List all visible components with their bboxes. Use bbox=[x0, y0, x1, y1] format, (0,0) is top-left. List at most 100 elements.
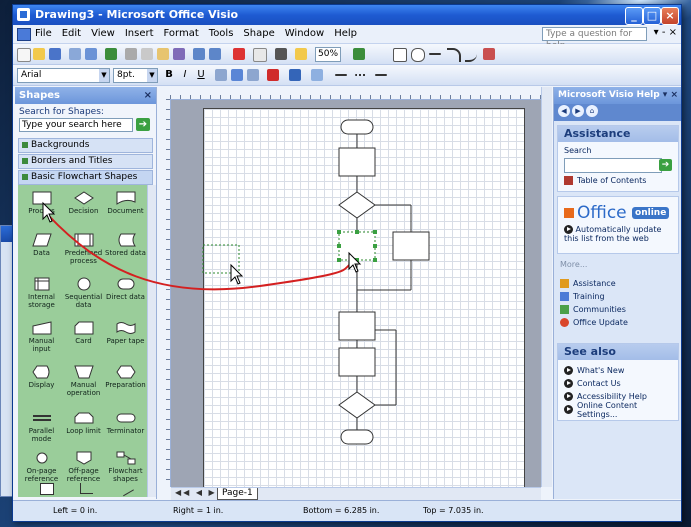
assistance-link[interactable]: Assistance bbox=[560, 277, 676, 290]
underline-button[interactable]: U bbox=[195, 69, 207, 81]
search-go-icon[interactable]: ➔ bbox=[659, 159, 672, 171]
communities-link[interactable]: Communities bbox=[560, 303, 676, 316]
shape-off-page-reference[interactable]: Off-page reference bbox=[62, 451, 105, 483]
arc-tool-icon[interactable] bbox=[447, 48, 461, 62]
menu-format[interactable]: Format bbox=[164, 28, 199, 39]
contact-us-link[interactable]: Contact Us bbox=[564, 377, 672, 390]
minimize-button[interactable]: _ bbox=[625, 7, 643, 25]
shape-flowchart-shapes[interactable]: Flowchart shapes bbox=[104, 451, 147, 483]
shape-direct-data[interactable]: Direct data bbox=[104, 277, 147, 301]
process-shape[interactable] bbox=[338, 147, 376, 177]
whats-new-link[interactable]: What's New bbox=[564, 364, 672, 377]
shape-decision[interactable]: Decision bbox=[62, 191, 105, 215]
back-icon[interactable]: ◀ bbox=[558, 105, 570, 117]
freeform-tool-icon[interactable] bbox=[465, 48, 477, 62]
shape-manual-operation[interactable]: Manual operation bbox=[62, 365, 105, 397]
extra-shape-icon[interactable] bbox=[40, 483, 54, 495]
menu-file[interactable]: File bbox=[35, 28, 52, 39]
fill-color-icon[interactable] bbox=[311, 69, 323, 81]
menu-window[interactable]: Window bbox=[285, 28, 324, 39]
line-connector-shape-icon[interactable] bbox=[118, 480, 134, 497]
stencil-basic-flowchart[interactable]: Basic Flowchart Shapes bbox=[18, 170, 153, 185]
shape-search-input[interactable]: Type your search here bbox=[19, 118, 133, 132]
menu-help[interactable]: Help bbox=[334, 28, 357, 39]
table-of-contents-link[interactable]: Table of Contents bbox=[564, 174, 672, 187]
pointer-tool-icon[interactable] bbox=[253, 48, 267, 62]
shape-internal-storage[interactable]: Internal storage bbox=[20, 277, 63, 309]
font-color-icon[interactable] bbox=[267, 69, 279, 81]
menu-tools[interactable]: Tools bbox=[209, 28, 234, 39]
paste-icon[interactable] bbox=[157, 48, 169, 60]
shape-document[interactable]: Document bbox=[104, 191, 147, 215]
undo-icon[interactable] bbox=[193, 48, 205, 60]
terminator-shape[interactable] bbox=[340, 119, 374, 135]
shape-parallel-mode[interactable]: Parallel mode bbox=[20, 411, 63, 443]
more-link[interactable]: More... bbox=[554, 258, 681, 271]
training-link[interactable]: Training bbox=[560, 290, 676, 303]
pencil-tool-icon[interactable] bbox=[483, 48, 495, 60]
maximize-button[interactable]: □ bbox=[643, 7, 661, 25]
decision-shape[interactable] bbox=[338, 191, 376, 219]
shape-data[interactable]: Data bbox=[20, 233, 63, 257]
decision-shape[interactable] bbox=[338, 391, 376, 419]
office-update-link[interactable]: Office Update bbox=[560, 316, 676, 329]
line-pattern-icon[interactable] bbox=[355, 74, 367, 76]
line-ends-icon[interactable] bbox=[375, 74, 387, 76]
connector-shape-icon[interactable] bbox=[80, 483, 93, 494]
stencil-backgrounds[interactable]: Backgrounds bbox=[18, 138, 153, 153]
drawing-canvas[interactable] bbox=[171, 100, 541, 487]
menu-shape[interactable]: Shape bbox=[243, 28, 274, 39]
bold-button[interactable]: B bbox=[163, 69, 175, 81]
italic-button[interactable]: I bbox=[179, 69, 191, 81]
menu-view[interactable]: View bbox=[91, 28, 115, 39]
process-shape[interactable] bbox=[392, 231, 430, 261]
save-icon[interactable] bbox=[49, 48, 61, 60]
shape-preparation[interactable]: Preparation bbox=[104, 365, 147, 389]
copy-icon[interactable] bbox=[141, 48, 153, 60]
cut-icon[interactable] bbox=[125, 48, 137, 60]
visio-app-icon[interactable] bbox=[17, 8, 30, 21]
close-icon[interactable]: × bbox=[144, 87, 152, 104]
align-center-icon[interactable] bbox=[231, 69, 243, 81]
font-combo[interactable]: Arial ▼ bbox=[17, 68, 110, 83]
new-icon[interactable] bbox=[17, 48, 31, 62]
print-icon[interactable] bbox=[69, 48, 81, 60]
process-shape[interactable] bbox=[338, 311, 376, 341]
text-tool-icon[interactable] bbox=[275, 48, 287, 60]
menu-insert[interactable]: Insert bbox=[125, 28, 154, 39]
menu-close-icon[interactable]: ▾ - × bbox=[654, 27, 677, 38]
terminator-shape[interactable] bbox=[340, 429, 374, 445]
close-button[interactable]: × bbox=[661, 7, 679, 25]
format-painter-icon[interactable] bbox=[173, 48, 185, 60]
spelling-icon[interactable] bbox=[105, 48, 117, 60]
auto-update-option[interactable]: Automatically update this list from the … bbox=[564, 225, 678, 243]
shape-manual-input[interactable]: Manual input bbox=[20, 321, 63, 353]
redo-icon[interactable] bbox=[209, 48, 221, 60]
ellipse-tool-icon[interactable] bbox=[411, 48, 425, 62]
open-icon[interactable] bbox=[33, 48, 45, 60]
close-icon[interactable]: ▾ × bbox=[663, 87, 678, 104]
help-question-input[interactable]: Type a question for help bbox=[542, 27, 647, 51]
shape-process[interactable]: Process bbox=[20, 191, 63, 215]
line-tool-icon[interactable] bbox=[429, 53, 441, 55]
line-color-icon[interactable] bbox=[289, 69, 301, 81]
rectangle-tool-icon[interactable] bbox=[393, 48, 407, 62]
shape-terminator[interactable]: Terminator bbox=[104, 411, 147, 435]
help-search-input[interactable] bbox=[564, 158, 662, 173]
drawing-vertical-scrollbar[interactable] bbox=[541, 87, 552, 487]
online-content-settings-link[interactable]: Online Content Settings... bbox=[564, 401, 672, 419]
zoom-combo[interactable]: 50% bbox=[315, 47, 342, 62]
search-go-icon[interactable]: ➔ bbox=[136, 118, 150, 131]
shape-loop-limit[interactable]: Loop limit bbox=[62, 411, 105, 435]
selected-process-shape[interactable] bbox=[338, 231, 376, 261]
stencil-borders-titles[interactable]: Borders and Titles bbox=[18, 154, 153, 169]
drawing-horizontal-scrollbar[interactable]: ◀◀ ◀ ▶ ▶▶ Page-1 bbox=[171, 487, 541, 500]
line-weight-icon[interactable] bbox=[335, 74, 347, 76]
stamp-tool-icon[interactable] bbox=[295, 48, 307, 60]
shapes-scrollbar[interactable] bbox=[147, 185, 156, 497]
connector-tool-icon[interactable] bbox=[233, 48, 245, 60]
shape-predefined-process[interactable]: Predefined process bbox=[62, 233, 105, 265]
help-icon[interactable] bbox=[353, 48, 365, 60]
page-tab[interactable]: Page-1 bbox=[217, 488, 258, 500]
align-left-icon[interactable] bbox=[215, 69, 227, 81]
